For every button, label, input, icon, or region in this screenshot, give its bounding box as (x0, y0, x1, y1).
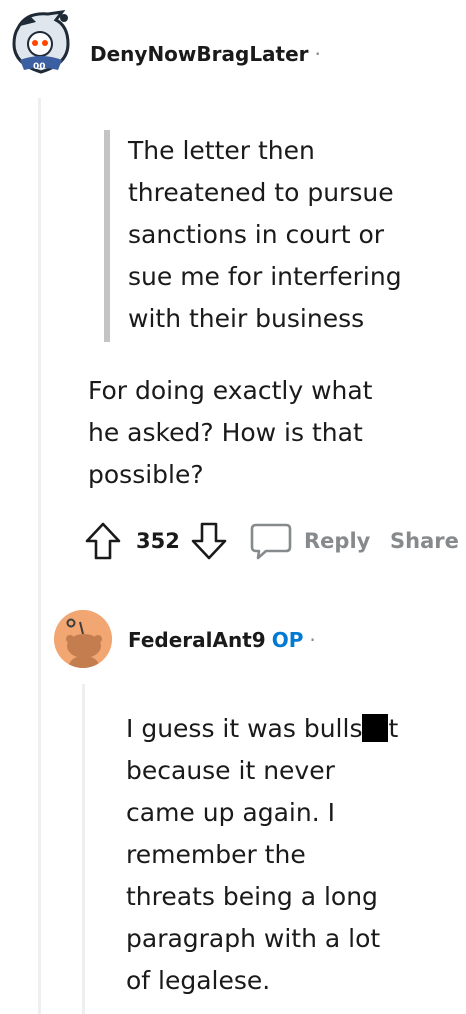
quote-line: sanctions in court or (128, 220, 385, 249)
comment-bubble-icon (250, 523, 292, 560)
blockquote-bar (104, 130, 110, 342)
svg-text:00: 00 (33, 62, 46, 72)
body-line: threats being a long (126, 882, 378, 911)
username-text[interactable]: FederalAnt9 (128, 628, 266, 652)
body-line: I guess it was bulls t (126, 708, 398, 750)
body-line: he asked? How is that (88, 418, 363, 447)
body-text: I guess it was bulls (126, 714, 363, 743)
separator-dot: · (309, 628, 316, 652)
comment-body: I guess it was bulls t because it never c… (126, 708, 398, 1002)
avatar[interactable]: 00 (10, 8, 72, 74)
body-line: came up again. I (126, 798, 335, 827)
separator-dot: · (314, 42, 321, 66)
comment-actions: 352 Reply Share (84, 518, 464, 564)
quote-line: sue me for interfering (128, 262, 402, 291)
comment-author[interactable]: FederalAnt9 OP · (128, 628, 316, 652)
body-line: possible? (88, 460, 204, 489)
censor-block (362, 714, 389, 742)
snoo-avatar-default-orange-icon (54, 610, 112, 668)
thread-line-reply[interactable] (82, 684, 85, 1014)
body-line: remember the (126, 840, 306, 869)
reply-button[interactable]: Reply (250, 518, 370, 564)
comment-author[interactable]: DenyNowBragLater · (90, 42, 321, 66)
snoo-avatar-eagles-helmet-icon: 00 (12, 10, 70, 74)
body-line: because it never (126, 756, 335, 785)
quote-line: with their business (128, 304, 365, 333)
vote-count: 352 (136, 529, 180, 553)
op-badge: OP (271, 628, 304, 652)
body-text: t (388, 714, 399, 743)
quote-line: threatened to pursue (128, 178, 394, 207)
comment-body: For doing exactly what he asked? How is … (88, 370, 373, 496)
upvote-button[interactable] (84, 518, 122, 564)
body-line: For doing exactly what (88, 376, 373, 405)
quote-line: The letter then (128, 136, 315, 165)
blockquote: The letter then threatened to pursue san… (128, 130, 402, 340)
body-line: paragraph with a lot (126, 924, 381, 953)
username-text[interactable]: DenyNowBragLater (90, 42, 309, 66)
downvote-arrow-icon (191, 522, 227, 560)
downvote-button[interactable] (190, 518, 228, 564)
reply-label[interactable]: Reply (304, 529, 370, 553)
thread-line-main[interactable] (38, 98, 41, 1014)
upvote-arrow-icon (85, 522, 121, 560)
avatar[interactable] (54, 610, 112, 668)
body-line: of legalese. (126, 966, 271, 995)
share-button[interactable]: Share (390, 518, 459, 564)
